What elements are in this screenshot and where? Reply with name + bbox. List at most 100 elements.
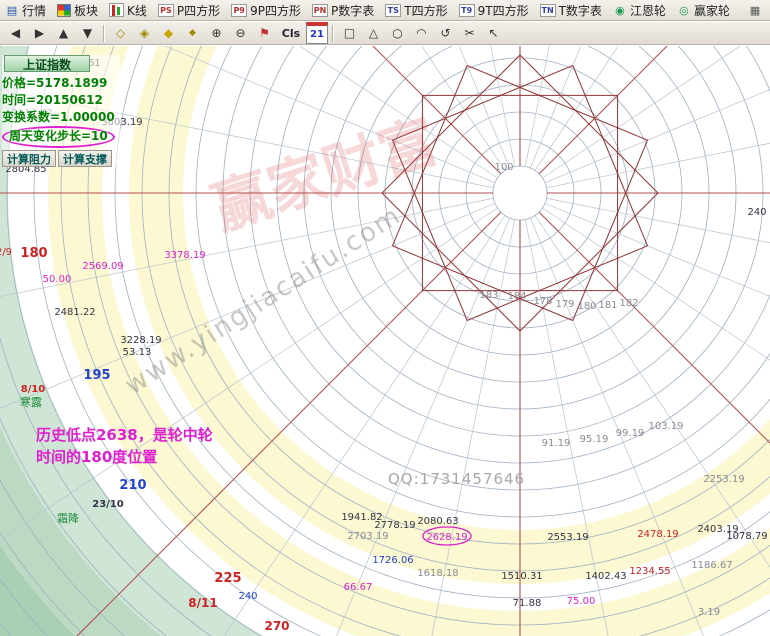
menu-item-quotes[interactable]: ▤行情 [2, 1, 52, 20]
wheel-label: 178 [533, 296, 552, 307]
marker-button[interactable]: ⚑ [253, 23, 276, 44]
wheel-label: 180 [20, 246, 47, 261]
calc-resistance-button[interactable]: 计算阻力 [2, 150, 56, 167]
sectors-icon [57, 4, 71, 17]
arc-tool-button[interactable]: ◠ [410, 23, 433, 44]
tn-icon: TN [540, 4, 556, 17]
menu-item-label: 行情 [22, 2, 46, 19]
wheel-label: 182 [619, 298, 638, 309]
toolbar-separator [332, 25, 334, 42]
price-readout: 价格=5178.1899 [2, 75, 120, 92]
menu-item-9p-square[interactable]: P99P四方形 [228, 1, 307, 20]
zoom-in-button[interactable]: ⊕ [205, 23, 228, 44]
cls-button[interactable]: Cls [277, 23, 305, 44]
menu-item-label: 赢家轮 [694, 2, 730, 19]
wheel-label: 1402.43 [585, 571, 626, 582]
menu-item-kline[interactable]: K线 [106, 1, 153, 20]
gann-wheel-icon: ◉ [613, 4, 627, 17]
wheel-label: 2553.19 [547, 532, 588, 543]
wheel-label: 霜降 [57, 511, 79, 525]
crop-tool-button[interactable]: ✂ [458, 23, 481, 44]
calc-support-button[interactable]: 计算支撑 [58, 150, 112, 167]
menu-item-p-table[interactable]: PNP数字表 [309, 1, 380, 20]
ps-icon: PS [158, 4, 174, 17]
menu-item-p-square[interactable]: PSP四方形 [155, 1, 226, 20]
ellipse-tool-button[interactable]: ○ [386, 23, 409, 44]
menu-bar: ▤行情板块K线PSP四方形P99P四方形PNP数字表TST四方形T99T四方形T… [0, 0, 770, 21]
wheel-label: 1234.55 [629, 566, 670, 577]
toolbar: ◀▶▲▼◇◈◆◆⊕⊖⚑Cls21□△○◠↺✂↖ [0, 22, 770, 45]
date-readout: 时间=20150612 [2, 92, 120, 109]
menu-item-label: T数字表 [559, 2, 602, 19]
history-low-annotation: 历史低点2638，是轮中轮时间的180度位置 [36, 424, 213, 468]
wheel-label: 179 [555, 299, 574, 310]
wheel-label: 184 [507, 291, 526, 302]
wheel-label: 2080.63 [417, 516, 458, 527]
select-tool-button[interactable]: ↖ [482, 23, 505, 44]
wheel-label: 240 [238, 591, 257, 602]
wheel-label: 2481.22 [54, 307, 95, 318]
index-info-panel: 上证指数 价格=5178.1899 时间=20150612 变换系数=1.000… [2, 55, 120, 167]
menu-item-label: T四方形 [404, 2, 447, 19]
wheel-label: 66.67 [344, 582, 373, 593]
menu-item-label: 9T四方形 [478, 2, 529, 19]
wheel-label: 寒露 [20, 395, 42, 409]
p9-icon: P9 [231, 4, 247, 17]
wheel-label: 1618.18 [417, 568, 458, 579]
diamond-small-button[interactable]: ◆ [181, 23, 204, 44]
menu-item-sectors[interactable]: 板块 [54, 1, 104, 20]
wheel-label: 180 [577, 301, 596, 312]
pn-icon: PN [312, 4, 328, 17]
wheel-label: 99.19 [616, 428, 645, 439]
back-button[interactable]: ◀ [4, 23, 27, 44]
menu-item-label: 江恩轮 [630, 2, 666, 19]
wheel-label: 95.19 [580, 434, 609, 445]
wheel-label: 181 [598, 300, 617, 311]
filter-button[interactable]: ▼ [76, 23, 99, 44]
index-name-button[interactable]: 上证指数 [4, 55, 90, 72]
wheel-label: 53.13 [123, 347, 152, 358]
wheel-label: 100 [494, 162, 513, 173]
wheel-label: 3378.19 [164, 250, 205, 261]
wheel-label: 240 [747, 207, 766, 218]
wheel-label: 225 [214, 571, 241, 586]
triangle-tool-button[interactable]: △ [362, 23, 385, 44]
rect-tool-button[interactable]: □ [338, 23, 361, 44]
rotate-tool-button[interactable]: ↺ [434, 23, 457, 44]
wheel-label: 8/11 [188, 596, 217, 610]
menu-item-gann-wheel[interactable]: ◉江恩轮 [610, 1, 672, 20]
wheel-chart-area[interactable]: 3020.612912.733603.192804.852569.0950.00… [0, 46, 770, 636]
menu-item-winner-wheel[interactable]: ◎赢家轮 [674, 1, 736, 20]
wheel-label: 3228.19 [120, 335, 161, 346]
menu-item-9t-square[interactable]: T99T四方形 [456, 1, 535, 20]
wheel-label: 183 [479, 290, 498, 301]
gann-wheel-app: ▤行情板块K线PSP四方形P99P四方形PNP数字表TST四方形T99T四方形T… [0, 0, 770, 636]
forward-button[interactable]: ▶ [28, 23, 51, 44]
pointer-up-button[interactable]: ▲ [52, 23, 75, 44]
wheel-label: 2778.19 [374, 520, 415, 531]
quotes-icon: ▤ [5, 4, 19, 17]
qq-watermark: QQ:1731457646 [388, 470, 525, 488]
menu-item-label: 板块 [74, 2, 98, 19]
menu-item-t-square[interactable]: TST四方形 [382, 1, 453, 20]
wheel-label: 1078.79 [726, 531, 767, 542]
diamond-solid-button[interactable]: ◆ [157, 23, 180, 44]
diamond-inner-button[interactable]: ◈ [133, 23, 156, 44]
wheel-label: 1186.67 [691, 560, 732, 571]
menu-item-t-table[interactable]: TNT数字表 [537, 1, 608, 20]
zoom-out-button[interactable]: ⊖ [229, 23, 252, 44]
wheel-label: 210 [119, 478, 146, 493]
wheel-label: 75.00 [567, 596, 596, 607]
diamond-outline-button[interactable]: ◇ [109, 23, 132, 44]
menu-item-label: 9P四方形 [250, 2, 301, 19]
step-highlight-oval: 周天变化步长=10 [2, 126, 115, 148]
coef-readout: 变换系数=1.00000 [2, 109, 120, 126]
wheel-label: 2478.19 [637, 529, 678, 540]
wheel-label: 23/10 [92, 499, 124, 510]
wheel-label: 8/10 [21, 384, 46, 395]
step-readout: 周天变化步长=10 [2, 126, 120, 148]
wheel-label: 1510.31 [501, 571, 542, 582]
menu-item-more[interactable]: ▦ [745, 3, 768, 18]
wheel-label: 71.88 [513, 598, 542, 609]
calendar-button[interactable]: 21 [306, 22, 328, 44]
